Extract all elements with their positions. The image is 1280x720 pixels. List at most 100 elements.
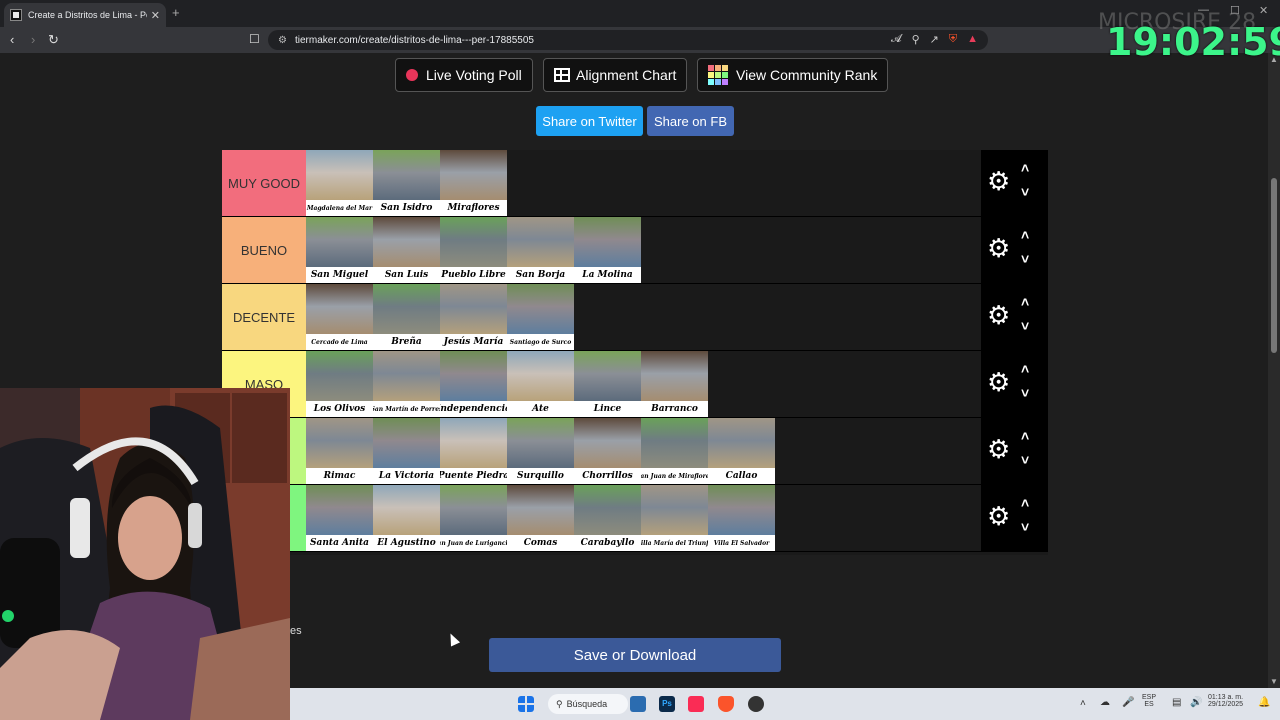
music-app-icon[interactable] [688,696,704,712]
tier-settings-gear-icon[interactable]: ⚙ [987,235,1010,261]
tier-settings-gear-icon[interactable]: ⚙ [987,503,1010,529]
share-fb-button[interactable]: Share on FB [647,106,734,136]
view-community-rank-button[interactable]: View Community Rank [697,58,889,92]
live-voting-poll-button[interactable]: Live Voting Poll [395,58,533,92]
tray-overflow-icon[interactable]: ˄ [1080,698,1086,709]
reload-icon[interactable]: ↻ [48,32,59,48]
close-window-icon[interactable]: ✕ [1259,4,1268,17]
district-tile[interactable]: Lince [574,351,641,417]
move-tier-up-icon[interactable]: ˄ [1021,361,1029,377]
district-tile[interactable]: San Martín de Porres [373,351,440,417]
district-tile[interactable]: Independencia [440,351,507,417]
district-tile[interactable]: Cercado de Lima [306,284,373,350]
move-tier-up-icon[interactable]: ˄ [1021,227,1029,243]
alignment-chart-button[interactable]: Alignment Chart [543,58,688,92]
address-bar[interactable]: ⚙ tiermaker.com/create/distritos-de-lima… [268,30,988,50]
move-tier-down-icon[interactable]: ˅ [1021,184,1029,200]
taskbar-search[interactable]: ⚲ Búsqueda [548,694,628,714]
district-tile[interactable]: Magdalena del Mar [306,150,373,216]
district-tile[interactable]: San Isidro [373,150,440,216]
move-tier-down-icon[interactable]: ˅ [1021,251,1029,267]
district-caption: Carabayllo [574,535,641,551]
move-tier-down-icon[interactable]: ˅ [1021,519,1029,535]
brave-browser-icon[interactable] [718,696,734,712]
district-tile[interactable]: San Juan de Lurigancho [440,485,507,551]
translate-icon[interactable]: 𝓐 [891,33,902,46]
district-tile[interactable]: Puente Piedra [440,418,507,484]
scrollbar-thumb[interactable] [1271,178,1277,353]
site-info-icon[interactable]: ⚙ [278,35,287,46]
brave-shield-icon[interactable]: ⛨ [949,33,957,46]
district-tile[interactable]: Comas [507,485,574,551]
move-tier-up-icon[interactable]: ˄ [1021,495,1029,511]
browser-tab[interactable]: Create a Distritos de Lima - Perú ✕ [4,3,166,27]
tier-label[interactable]: DECENTE [222,284,306,350]
save-or-download-button[interactable]: Save or Download [489,638,781,672]
district-tile[interactable]: Barranco [641,351,708,417]
district-tile[interactable]: Jesús María [440,284,507,350]
volume-icon[interactable]: 🔊 [1190,697,1202,708]
district-photo [507,351,574,401]
district-tile[interactable]: Carabayllo [574,485,641,551]
district-tile[interactable]: San Borja [507,217,574,283]
back-icon[interactable]: ‹ [10,32,14,47]
move-tier-up-icon[interactable]: ˄ [1021,428,1029,444]
microphone-icon[interactable]: 🎤 [1122,697,1134,708]
district-tile[interactable]: Surquillo [507,418,574,484]
tier-settings-gear-icon[interactable]: ⚙ [987,436,1010,462]
district-tile[interactable]: La Molina [574,217,641,283]
url-text: tiermaker.com/create/distritos-de-lima--… [294,34,534,46]
district-tile[interactable]: San Luis [373,217,440,283]
district-tile[interactable]: Villa El Salvador [708,485,775,551]
photoshop-icon[interactable]: Ps [659,696,675,712]
obs-icon[interactable] [748,696,764,712]
bookmark-icon[interactable]: ☐ [249,32,260,46]
tier-label[interactable]: BUENO [222,217,306,283]
district-tile[interactable]: San Miguel [306,217,373,283]
file-explorer-icon[interactable] [630,696,646,712]
district-tile[interactable]: Santiago de Surco [507,284,574,350]
new-tab-button[interactable]: + [172,5,180,20]
tier-label[interactable]: MUY GOOD [222,150,306,216]
district-caption: Santa Anita [306,535,373,551]
district-tile[interactable]: Breña [373,284,440,350]
district-tile[interactable]: San Juan de Miraflores [641,418,708,484]
district-tile[interactable]: La Victoria [373,418,440,484]
district-caption: Barranco [641,401,708,417]
move-tier-up-icon[interactable]: ˄ [1021,160,1029,176]
district-tile[interactable]: Ate [507,351,574,417]
taskbar-clock[interactable]: 01:13 a. m. 29/12/2025 [1208,694,1243,708]
windows-start-icon[interactable] [518,696,534,712]
move-tier-down-icon[interactable]: ˅ [1021,385,1029,401]
move-tier-down-icon[interactable]: ˅ [1021,452,1029,468]
notifications-icon[interactable]: 🔔 [1258,697,1270,708]
browser-toolbar: ‹ › ↻ ⚙ tiermaker.com/create/distritos-d… [0,27,1280,53]
tier-row: BUENO San Miguel San Luis Pueblo Libre San B… [222,217,1048,284]
tier-settings-gear-icon[interactable]: ⚙ [987,369,1010,395]
zoom-icon[interactable]: ⚲ [912,33,920,46]
district-tile[interactable]: Chorrillos [574,418,641,484]
district-tile[interactable]: Rimac [306,418,373,484]
onedrive-icon[interactable]: ☁ [1100,697,1110,708]
network-icon[interactable]: ▤ [1172,697,1181,708]
tier-list: MUY GOOD Magdalena del Mar San Isidro Miraf… [222,150,1048,555]
district-tile[interactable]: Los Olivos [306,351,373,417]
share-twitter-button[interactable]: Share on Twitter [536,106,643,136]
close-tab-icon[interactable]: ✕ [151,9,160,22]
district-tile[interactable]: Pueblo Libre [440,217,507,283]
tier-settings-gear-icon[interactable]: ⚙ [987,168,1010,194]
forward-icon[interactable]: › [31,32,35,47]
move-tier-up-icon[interactable]: ˄ [1021,294,1029,310]
district-tile[interactable]: Miraflores [440,150,507,216]
move-tier-down-icon[interactable]: ˅ [1021,318,1029,334]
brave-rewards-icon[interactable]: ▲ [967,33,978,46]
district-tile[interactable]: Villa María del Triunfo [641,485,708,551]
language-indicator[interactable]: ESP ES [1142,694,1156,708]
district-tile[interactable]: Callao [708,418,775,484]
district-tile[interactable]: Santa Anita [306,485,373,551]
share-page-icon[interactable]: ↗ [930,33,939,46]
page-scrollbar[interactable]: ▲ ▼ [1268,53,1280,688]
tier-settings-gear-icon[interactable]: ⚙ [987,302,1010,328]
district-caption: La Victoria [373,468,440,484]
district-tile[interactable]: El Agustino [373,485,440,551]
